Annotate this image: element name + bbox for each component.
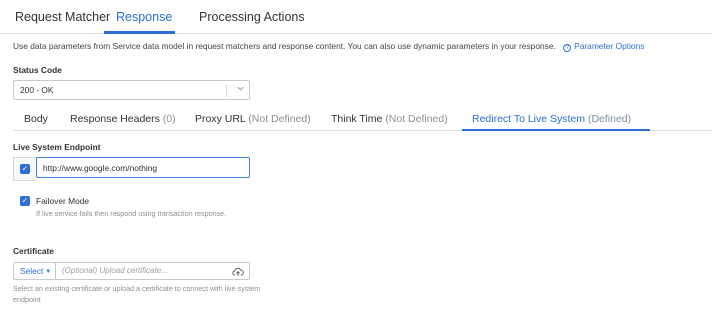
endpoint-enable-checkbox[interactable]: ✓	[20, 164, 30, 174]
tab-response-headers-label: Response Headers	[70, 113, 160, 125]
chevron-down-icon	[236, 84, 245, 95]
cloud-upload-icon[interactable]	[232, 265, 244, 277]
tab-response[interactable]: Response	[116, 10, 172, 24]
status-code-label: Status Code	[13, 65, 62, 75]
tab-proxy-url-label: Proxy URL	[195, 113, 246, 125]
certificate-select-dropdown[interactable]: Select ▼	[14, 263, 56, 279]
endpoint-enable-addon: ✓	[13, 157, 37, 181]
help-circle-icon: ?	[563, 44, 572, 52]
tab-redirect-status: (Defined)	[587, 113, 632, 125]
tab-think-time[interactable]: Think Time (Not Defined)	[331, 113, 448, 125]
caret-down-icon: ▼	[45, 269, 52, 275]
tab-proxy-url-status: (Not Defined)	[248, 113, 311, 125]
certificate-input-group: Select ▼ (Optional) Upload certificate...	[13, 262, 250, 280]
certificate-upload-field[interactable]: (Optional) Upload certificate...	[62, 266, 168, 275]
live-system-endpoint-label: Live System Endpoint	[13, 142, 101, 152]
parameter-options-link[interactable]: ? Parameter Options	[563, 41, 645, 52]
active-sub-tab-indicator	[462, 129, 650, 131]
parameter-options-label: Parameter Options	[574, 41, 645, 51]
tab-body[interactable]: Body	[24, 113, 48, 125]
info-text: Use data parameters from Service data mo…	[13, 41, 644, 52]
certificate-help-text: Select an existing certificate or upload…	[13, 284, 261, 304]
status-code-select[interactable]: 200 - OK	[13, 80, 250, 100]
info-description: Use data parameters from Service data mo…	[13, 41, 556, 51]
certificate-label: Certificate	[13, 246, 54, 256]
tab-redirect-label: Redirect To Live System	[472, 113, 586, 125]
live-system-endpoint-input[interactable]	[36, 157, 250, 178]
tab-body-label: Body	[24, 113, 48, 125]
tab-response-headers-status: (0)	[162, 113, 176, 125]
tab-think-time-label: Think Time	[331, 113, 383, 125]
tab-response-headers[interactable]: Response Headers (0)	[70, 113, 176, 125]
failover-mode-checkbox[interactable]: ✓	[20, 196, 30, 206]
status-code-value: 200 - OK	[20, 85, 54, 95]
response-sub-tab-bar: Body Response Headers (0) Proxy URL (Not…	[13, 105, 712, 131]
select-divider	[226, 84, 227, 97]
tab-think-time-status: (Not Defined)	[385, 113, 448, 125]
failover-mode-label: Failover Mode	[36, 196, 90, 206]
certificate-select-label: Select	[20, 266, 44, 276]
tab-redirect-to-live-system[interactable]: Redirect To Live System (Defined)	[472, 113, 631, 125]
failover-mode-description: If live service fails then respond using…	[36, 209, 227, 218]
tab-processing-actions[interactable]: Processing Actions	[199, 10, 305, 24]
tab-request-matcher[interactable]: Request Matcher	[15, 10, 110, 24]
top-tab-bar: Request Matcher Response Processing Acti…	[0, 0, 712, 34]
tab-proxy-url[interactable]: Proxy URL (Not Defined)	[195, 113, 311, 125]
